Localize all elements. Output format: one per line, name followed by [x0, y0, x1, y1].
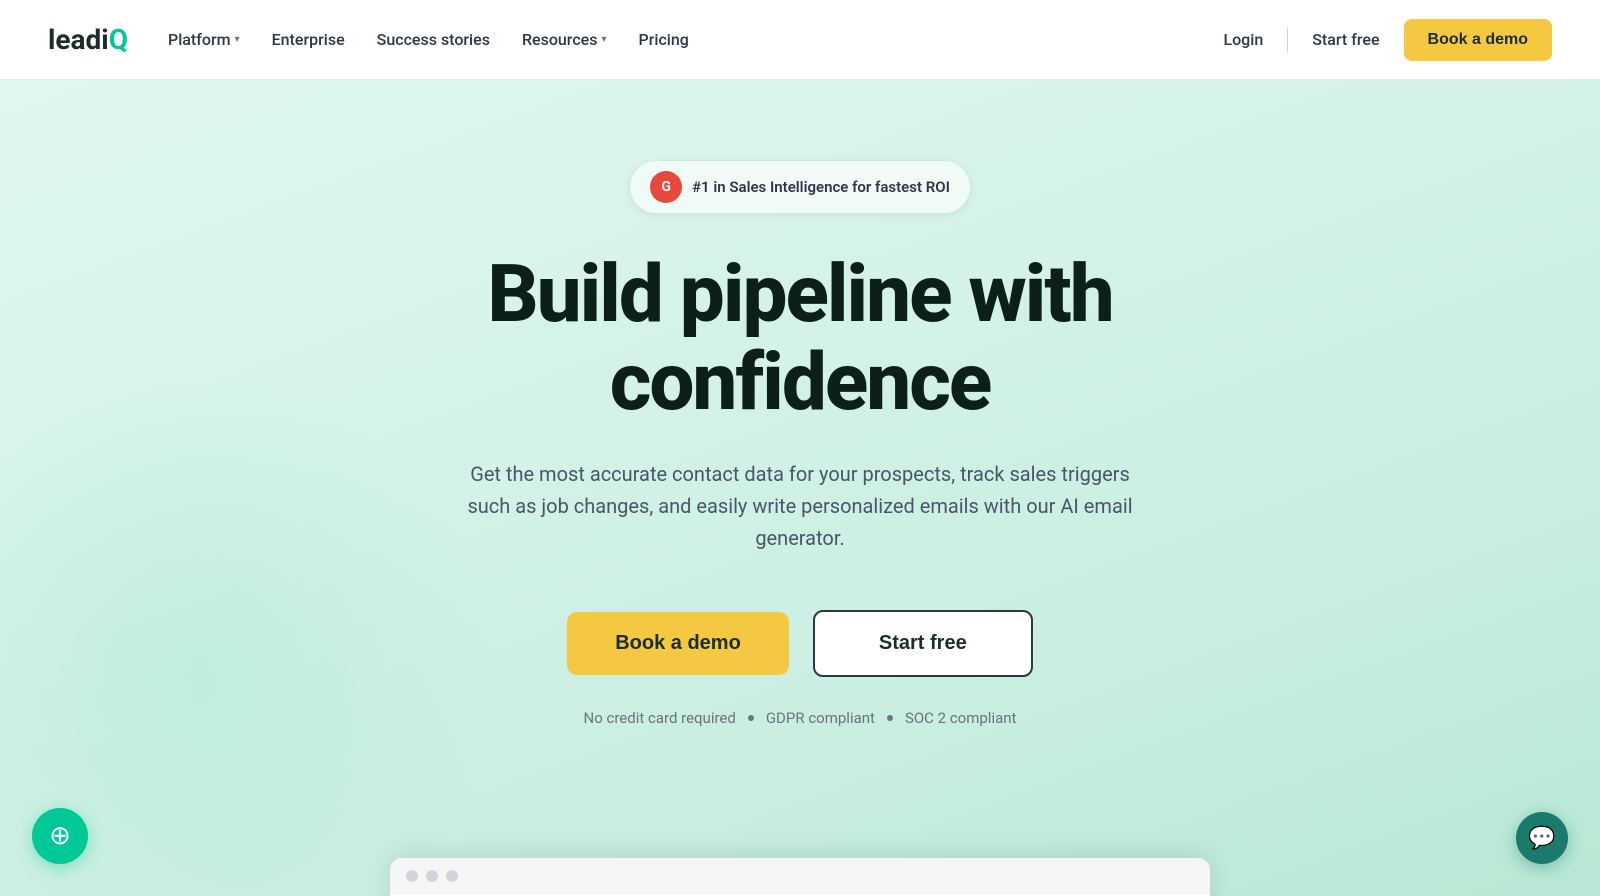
preview-card [390, 858, 1210, 896]
navbar-left: leadiQ Platform ▾ Enterprise Success sto… [48, 23, 689, 56]
nav-item-success-stories[interactable]: Success stories [377, 30, 490, 49]
nav-start-free-button[interactable]: Start free [1312, 30, 1379, 49]
navbar: leadiQ Platform ▾ Enterprise Success sto… [0, 0, 1600, 80]
nav-item-platform[interactable]: Platform ▾ [168, 30, 240, 49]
hero-start-free-button[interactable]: Start free [813, 610, 1033, 677]
floating-fingerprint-button[interactable]: ⊕ [32, 808, 88, 864]
hero-cta-group: Book a demo Start free [567, 610, 1033, 677]
navbar-right: Login Start free Book a demo [1223, 19, 1552, 61]
hero-subtext: Get the most accurate contact data for y… [460, 458, 1140, 554]
nav-link-pricing[interactable]: Pricing [639, 30, 689, 49]
trust-dot-1 [748, 715, 754, 721]
chevron-down-icon: ▾ [235, 34, 240, 45]
g2-badge: G #1 in Sales Intelligence for fastest R… [629, 160, 971, 214]
trust-item-1: No credit card required [584, 709, 736, 727]
nav-book-demo-button[interactable]: Book a demo [1404, 19, 1552, 61]
nav-item-pricing[interactable]: Pricing [639, 30, 689, 49]
nav-item-resources[interactable]: Resources ▾ [522, 30, 607, 49]
hero-section: G #1 in Sales Intelligence for fastest R… [0, 80, 1600, 896]
login-button[interactable]: Login [1223, 30, 1263, 49]
chat-icon: 💬 [1528, 826, 1555, 851]
chevron-down-icon: ▾ [601, 34, 606, 45]
nav-link-enterprise[interactable]: Enterprise [272, 30, 345, 49]
nav-link-resources[interactable]: Resources ▾ [522, 30, 607, 49]
g2-badge-text: #1 in Sales Intelligence for fastest ROI [692, 178, 950, 196]
preview-card-header [390, 858, 1210, 894]
trust-dot-2 [887, 715, 893, 721]
logo-text: leadiQ [48, 23, 128, 56]
nav-links: Platform ▾ Enterprise Success stories Re… [168, 30, 689, 49]
nav-divider [1287, 28, 1288, 52]
preview-dot-1 [406, 870, 418, 882]
trust-item-2: GDPR compliant [766, 709, 875, 727]
nav-link-platform[interactable]: Platform ▾ [168, 30, 240, 49]
nav-item-enterprise[interactable]: Enterprise [272, 30, 345, 49]
preview-dot-2 [426, 870, 438, 882]
preview-dot-3 [446, 870, 458, 882]
floating-chat-button[interactable]: 💬 [1516, 812, 1568, 864]
g2-icon: G [650, 171, 682, 203]
logo[interactable]: leadiQ [48, 23, 128, 56]
hero-headline: Build pipeline with confidence [487, 250, 1112, 426]
nav-link-success-stories[interactable]: Success stories [377, 30, 490, 49]
hero-book-demo-button[interactable]: Book a demo [567, 612, 789, 675]
trust-badges: No credit card required GDPR compliant S… [584, 709, 1017, 727]
fingerprint-icon: ⊕ [49, 821, 71, 851]
trust-item-3: SOC 2 compliant [905, 709, 1017, 727]
